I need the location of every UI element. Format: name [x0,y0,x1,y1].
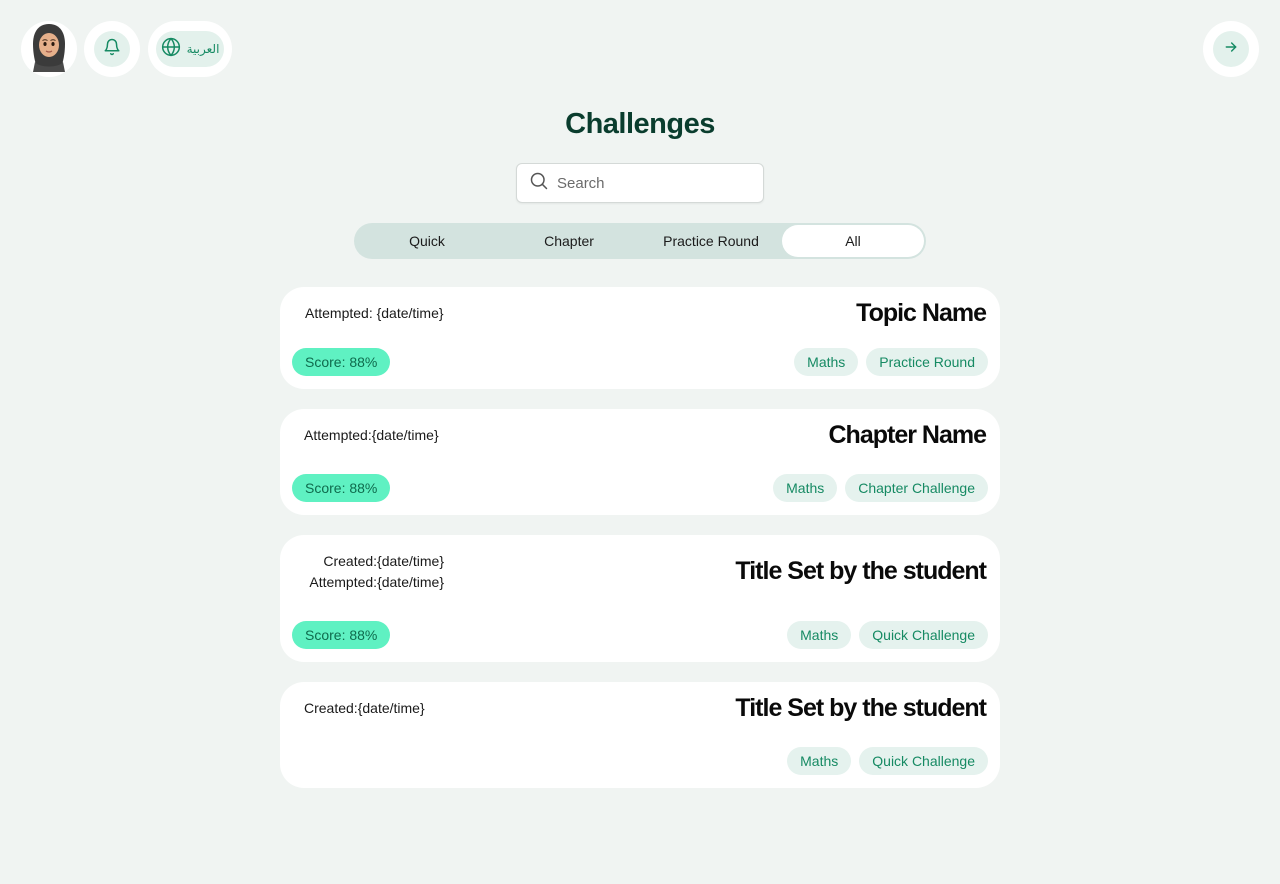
challenge-card[interactable]: Attempted:{date/time} Chapter Name Score… [280,409,1000,515]
score-badge: Score: 88% [292,474,391,502]
challenge-card[interactable]: Attempted: {date/time} Topic Name Score:… [280,287,1000,389]
type-tag: Quick Challenge [859,747,988,775]
card-tags: Maths Quick Challenge [787,747,988,775]
subject-tag: Maths [787,747,852,775]
tab-quick[interactable]: Quick [356,225,498,257]
attempted-text: Attempted:{date/time} [304,427,439,443]
type-tag: Chapter Challenge [845,474,988,502]
filter-tabs: Quick Chapter Practice Round All [354,223,926,259]
tab-chapter[interactable]: Chapter [498,225,640,257]
forward-button[interactable] [1203,21,1259,77]
card-title: Title Set by the student [735,557,987,585]
notifications-button[interactable] [84,21,140,77]
tab-practice-round[interactable]: Practice Round [640,225,782,257]
avatar-hijab-icon [27,22,71,77]
search-box[interactable] [516,163,764,203]
created-text: Created:{date/time} [304,700,425,716]
card-meta: Attempted: {date/time} [305,303,444,324]
subject-tag: Maths [773,474,838,502]
score-badge: Score: 88% [292,348,391,376]
card-tags: Maths Quick Challenge [787,621,988,649]
type-tag: Quick Challenge [859,621,988,649]
card-meta: Created:{date/time} Attempted:{date/time… [280,551,444,593]
created-text: Created:{date/time} [323,553,444,569]
page-title: Challenges [565,108,715,140]
search-input[interactable] [557,174,747,192]
card-title: Title Set by the student [735,694,987,722]
language-button[interactable]: العربية [148,21,232,77]
forward-pill [1213,31,1249,67]
card-tags: Maths Chapter Challenge [773,474,988,502]
card-title: Topic Name [856,299,987,327]
card-meta: Created:{date/time} [304,698,425,719]
score-badge: Score: 88% [292,621,391,649]
type-tag: Practice Round [866,348,988,376]
card-meta: Attempted:{date/time} [304,425,439,446]
search-icon [529,171,549,196]
subject-tag: Maths [794,348,859,376]
avatar[interactable] [21,21,77,77]
challenge-card[interactable]: Created:{date/time} Title Set by the stu… [280,682,1000,788]
subject-tag: Maths [787,621,852,649]
card-tags: Maths Practice Round [794,348,988,376]
tab-all[interactable]: All [782,225,924,257]
challenge-card[interactable]: Created:{date/time} Attempted:{date/time… [280,535,1000,662]
card-title: Chapter Name [828,421,987,449]
attempted-text: Attempted:{date/time} [309,574,444,590]
globe-icon [161,37,181,62]
bell-pill [94,31,130,67]
language-label: العربية [186,42,220,56]
language-pill: العربية [156,31,224,67]
arrow-right-icon [1223,39,1239,60]
attempted-text: Attempted: {date/time} [305,305,444,321]
bell-icon [103,38,121,61]
